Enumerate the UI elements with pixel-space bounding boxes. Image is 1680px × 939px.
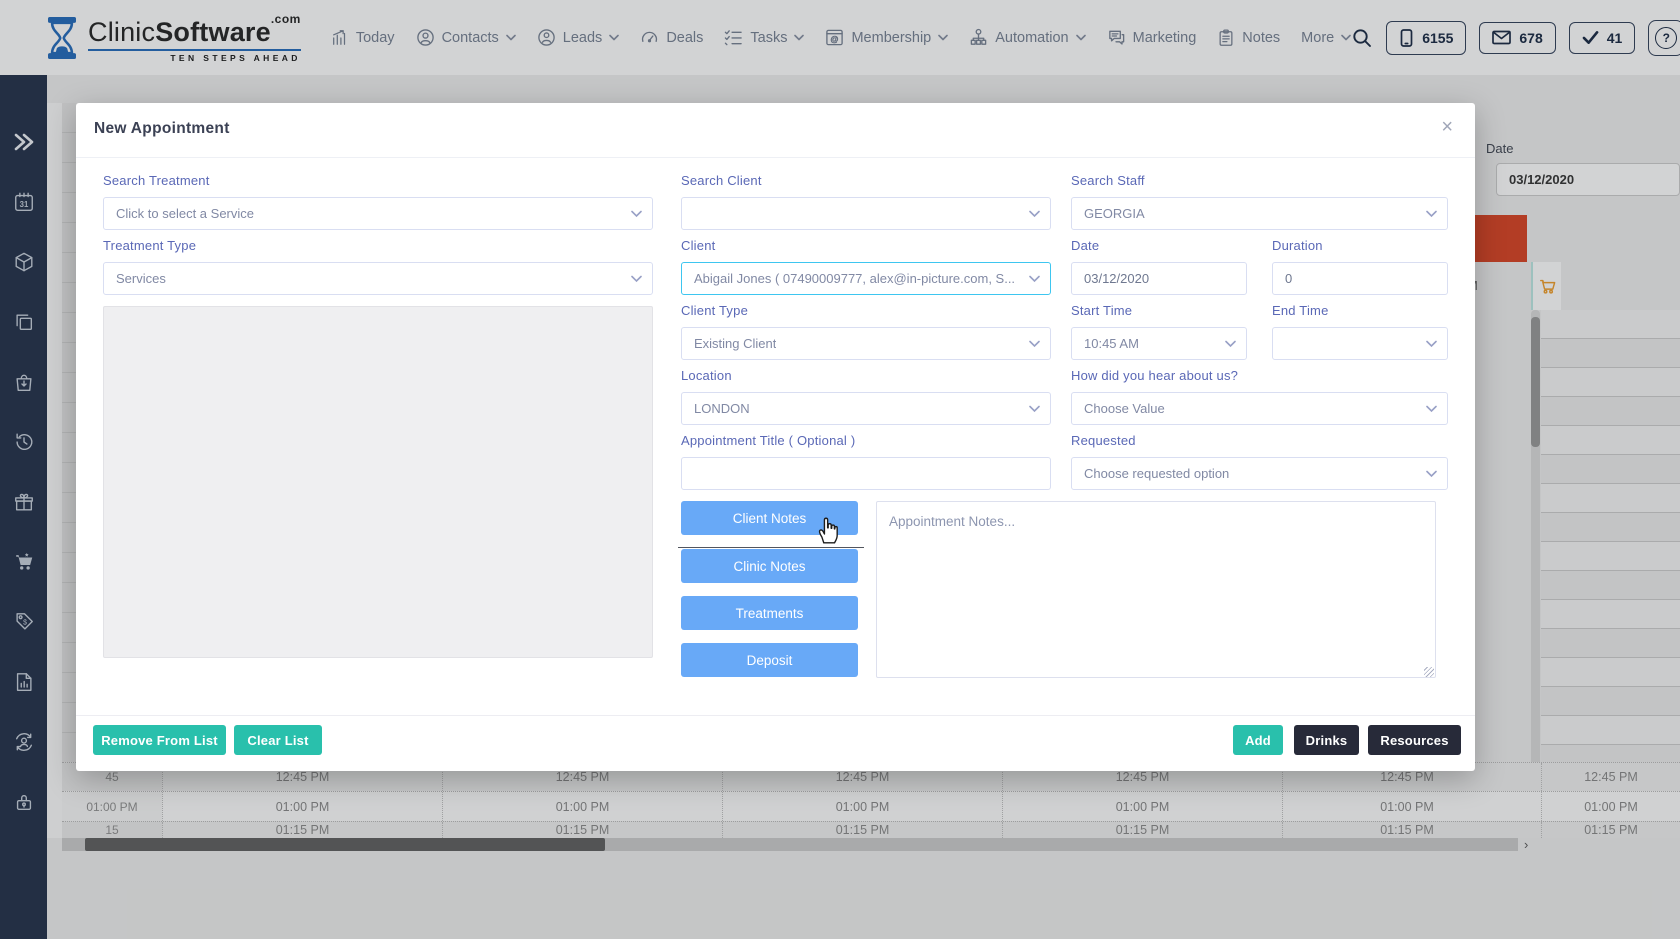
- duration-input[interactable]: [1272, 262, 1448, 295]
- drinks-button[interactable]: Drinks: [1294, 725, 1359, 755]
- search-treatment-select[interactable]: Click to select a Service: [103, 197, 653, 230]
- search-staff-select[interactable]: GEORGIA: [1071, 197, 1448, 230]
- treatment-type-label: Treatment Type: [103, 238, 196, 253]
- clear-list-button[interactable]: Clear List: [234, 725, 322, 755]
- chevron-down-icon: [631, 210, 642, 218]
- remove-from-list-button[interactable]: Remove From List: [93, 725, 226, 755]
- location-select[interactable]: LONDON: [681, 392, 1051, 425]
- appointment-title-label: Appointment Title ( Optional ): [681, 433, 855, 448]
- mouse-cursor-icon: [814, 515, 840, 545]
- appointment-title-input[interactable]: [681, 457, 1051, 490]
- requested-select[interactable]: Choose requested option: [1071, 457, 1448, 490]
- new-appointment-modal: New Appointment × Search Treatment Click…: [76, 103, 1475, 771]
- chevron-down-icon: [1029, 210, 1040, 218]
- chevron-down-icon: [1426, 210, 1437, 218]
- client-type-label: Client Type: [681, 303, 748, 318]
- footer-divider: [76, 715, 1475, 716]
- hear-about-us-select[interactable]: Choose Value: [1071, 392, 1448, 425]
- treatment-type-select[interactable]: Services: [103, 262, 653, 295]
- client-select[interactable]: Abigail Jones ( 07490009777, alex@in-pic…: [681, 262, 1051, 295]
- duration-label: Duration: [1272, 238, 1323, 253]
- search-client-label: Search Client: [681, 173, 762, 188]
- end-time-select[interactable]: [1272, 327, 1448, 360]
- search-staff-label: Search Staff: [1071, 173, 1145, 188]
- search-treatment-label: Search Treatment: [103, 173, 210, 188]
- chevron-down-icon: [1029, 340, 1040, 348]
- client-label: Client: [681, 238, 715, 253]
- chevron-down-icon: [1426, 340, 1437, 348]
- location-label: Location: [681, 368, 732, 383]
- resize-handle-icon[interactable]: [1424, 667, 1434, 677]
- start-time-label: Start Time: [1071, 303, 1132, 318]
- chevron-down-icon: [631, 275, 642, 283]
- deposit-button[interactable]: Deposit: [681, 643, 858, 677]
- chevron-down-icon: [1426, 405, 1437, 413]
- button-divider: [678, 547, 864, 548]
- add-button[interactable]: Add: [1233, 725, 1283, 755]
- close-icon[interactable]: ×: [1441, 117, 1453, 137]
- search-client-select[interactable]: [681, 197, 1051, 230]
- clinic-notes-button[interactable]: Clinic Notes: [681, 549, 858, 583]
- treatments-button[interactable]: Treatments: [681, 596, 858, 630]
- appointment-notes-textarea[interactable]: [876, 501, 1436, 678]
- chevron-down-icon: [1029, 405, 1040, 413]
- resources-button[interactable]: Resources: [1368, 725, 1461, 755]
- hear-about-us-label: How did you hear about us?: [1071, 368, 1238, 383]
- header-divider: [76, 157, 1475, 158]
- date-label: Date: [1071, 238, 1099, 253]
- modal-title: New Appointment: [94, 120, 230, 138]
- end-time-label: End Time: [1272, 303, 1329, 318]
- chevron-down-icon: [1029, 275, 1040, 283]
- requested-label: Requested: [1071, 433, 1136, 448]
- chevron-down-icon: [1426, 470, 1437, 478]
- chevron-down-icon: [1225, 340, 1236, 348]
- client-type-select[interactable]: Existing Client: [681, 327, 1051, 360]
- date-input[interactable]: [1071, 262, 1247, 295]
- start-time-select[interactable]: 10:45 AM: [1071, 327, 1247, 360]
- selected-services-panel: [103, 306, 653, 658]
